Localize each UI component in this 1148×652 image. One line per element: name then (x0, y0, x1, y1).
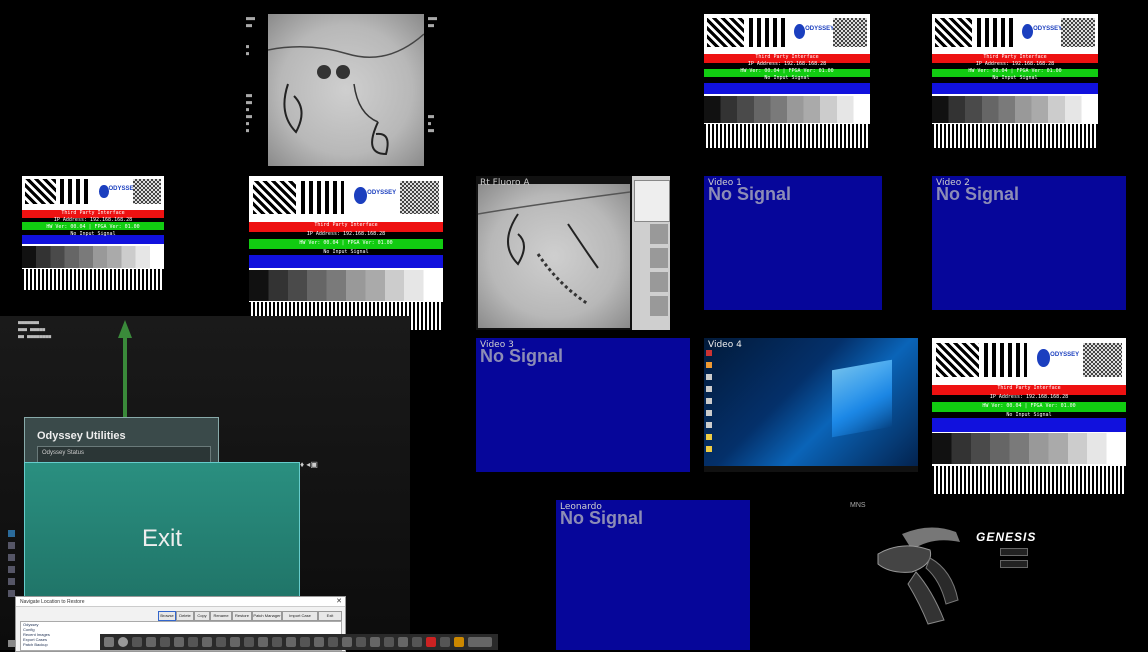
tool-icon[interactable] (8, 530, 15, 537)
toolbar-icon[interactable] (146, 637, 156, 647)
copy-button[interactable]: Copy (194, 611, 210, 621)
xray-image-fluoro (478, 184, 630, 328)
tool-icon[interactable] (8, 566, 15, 573)
toolbar-icon[interactable] (174, 637, 184, 647)
bottom-toolbar (100, 634, 498, 650)
toolbar-icon[interactable] (300, 637, 310, 647)
no-signal-text: No Signal (708, 184, 792, 204)
xray-side-info-left: ■■■ ■■ ■ ■ ■■ ■■ ■ ■■ ■ ■ (246, 16, 256, 134)
no-signal-text: No Signal (936, 184, 1020, 204)
genesis-title: GENESIS (976, 530, 1037, 544)
test-pattern-top-1: ODYSSEY Third Party Interface IP Address… (704, 14, 870, 148)
exit-manager-button[interactable]: Exit Manager (318, 611, 342, 626)
toolbar-icon[interactable] (286, 637, 296, 647)
toolbar-icon[interactable] (202, 637, 212, 647)
test-pattern-top-2: ODYSSEY Third Party Interface IP Address… (932, 14, 1098, 148)
tool-icon[interactable] (8, 578, 15, 585)
tile-label: Video 4 (708, 340, 742, 350)
green-arrow (118, 320, 132, 420)
odyssey-logo: ODYSSEY (1019, 22, 1062, 44)
test-pattern-left: ODYSSEY Third Party Interface IP Address… (22, 176, 164, 290)
toolbar-icon[interactable] (356, 637, 366, 647)
toolbar-icon[interactable] (230, 637, 240, 647)
toolbar-icon[interactable] (454, 637, 464, 647)
toolbar-icon[interactable] (160, 637, 170, 647)
toolbar-icon[interactable] (132, 637, 142, 647)
toolbar-icon[interactable] (216, 637, 226, 647)
genesis-robot-image (872, 520, 968, 630)
desktop-icon[interactable] (706, 362, 712, 368)
desktop-icon[interactable] (706, 398, 712, 404)
xray-catheters (268, 33, 424, 156)
toolbar-icon[interactable] (272, 637, 282, 647)
toolbar-icon[interactable] (258, 637, 268, 647)
tile-rt-fluoro[interactable]: Rt Fluoro A (476, 176, 670, 330)
toolbar-icon[interactable] (440, 637, 450, 647)
dialog-button-row: Browse Delete Copy Rename Restore Patch … (20, 611, 342, 626)
delete-button[interactable]: Delete (176, 611, 194, 621)
genesis-button-2[interactable] (1000, 560, 1028, 568)
xray-image-top (268, 14, 424, 166)
status-label: Odyssey Status (42, 450, 85, 456)
no-signal-text: No Signal (560, 508, 644, 528)
desktop-icon[interactable] (706, 374, 712, 380)
odyssey-logo: ODYSSEY (351, 185, 396, 210)
odyssey-logo: ODYSSEY (97, 182, 138, 202)
toolbar-icon[interactable] (398, 637, 408, 647)
dialog-titlebar: Navigate Location to Restore (16, 597, 345, 607)
toolbar-icon[interactable] (370, 637, 380, 647)
desktop-icon[interactable] (706, 410, 712, 416)
toolbar-icon[interactable] (188, 637, 198, 647)
desktop-icon[interactable] (706, 386, 712, 392)
figure-icons: ♦ ◂▣ (300, 460, 318, 469)
odyssey-logo: ODYSSEY (1034, 347, 1079, 373)
red-cross-icon[interactable] (426, 637, 436, 647)
desktop-icon[interactable] (706, 434, 712, 440)
close-icon[interactable]: ✕ (336, 597, 342, 607)
toolbar-icon[interactable] (118, 637, 128, 647)
tile-video-3[interactable]: Video 3 No Signal (476, 338, 690, 472)
windows-logo (832, 359, 893, 438)
xray-side-info-right: ■■■ ■■ ■■ ■ ■■ (428, 16, 438, 134)
toolbar-icon[interactable] (104, 637, 114, 647)
fluoro-catheters (478, 191, 630, 306)
status-info-text: ■■■■■■■ ■■■ ■■■■■ ■■ ■■■■■■■■ (18, 320, 52, 340)
tile-video-1[interactable]: Video 1 No Signal (704, 176, 882, 310)
desktop-icon[interactable] (706, 350, 712, 356)
toolbar-icon[interactable] (314, 637, 324, 647)
toolbar-icon[interactable] (244, 637, 254, 647)
tool-icon[interactable] (8, 554, 15, 561)
browse-button[interactable]: Browse (158, 611, 176, 621)
dialog-title: Odyssey Utilities (37, 430, 126, 442)
desktop-icon[interactable] (706, 446, 712, 452)
genesis-button-1[interactable] (1000, 548, 1028, 556)
restore-button[interactable]: Restore (232, 611, 252, 621)
odyssey-logo: ODYSSEY (791, 22, 834, 44)
tool-icon[interactable] (8, 590, 15, 597)
taskbar[interactable] (704, 466, 918, 472)
tool-icon[interactable] (8, 542, 15, 549)
test-pattern-right: ODYSSEY Third Party Interface IP Address… (932, 338, 1126, 494)
toolbar-icon[interactable] (412, 637, 422, 647)
tool-icon[interactable] (8, 640, 15, 647)
fluoro-side-panel (632, 176, 670, 330)
rename-button[interactable]: Rename (210, 611, 232, 621)
toolbar-icon[interactable] (384, 637, 394, 647)
tile-video-4[interactable]: Video 4 (704, 338, 918, 472)
patch-manager-button[interactable]: Patch Manager (252, 611, 282, 621)
tile-label: MNS (850, 502, 866, 509)
no-signal-text: No Signal (480, 346, 564, 366)
toolbar-icon[interactable] (468, 637, 492, 647)
toolbar-icon[interactable] (342, 637, 352, 647)
test-pattern-center: ODYSSEY Third Party Interface IP Address… (249, 176, 443, 330)
tile-leonardo[interactable]: Leonardo No Signal (556, 500, 750, 650)
tile-video-2[interactable]: Video 2 No Signal (932, 176, 1126, 310)
import-case-button[interactable]: Import Case Odyssey PDF (282, 611, 318, 626)
toolbar-icon[interactable] (328, 637, 338, 647)
tile-label: Rt Fluoro A (480, 178, 530, 188)
desktop-icon[interactable] (706, 422, 712, 428)
